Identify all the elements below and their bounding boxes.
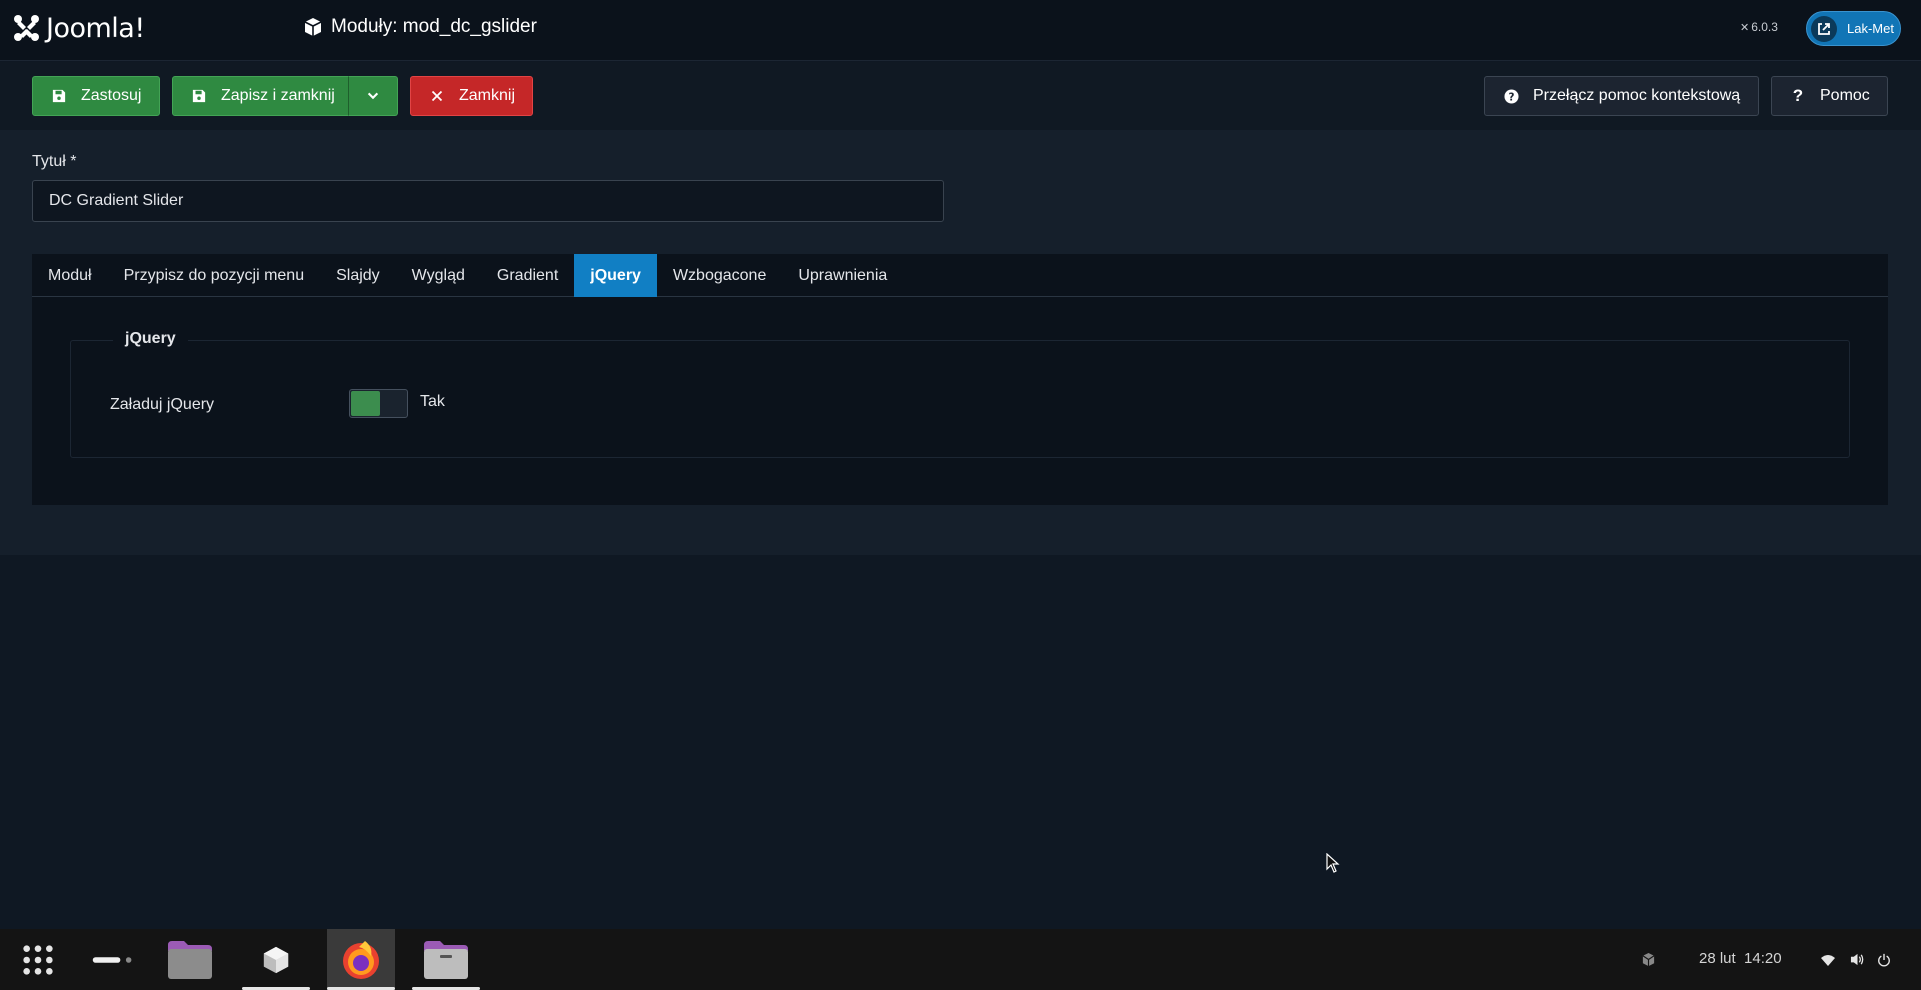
folder-icon — [168, 940, 212, 979]
tab-bar: Moduł Przypisz do pozycji menu Slajdy Wy… — [32, 254, 1888, 297]
app-grid-icon — [23, 944, 53, 975]
fieldset-legend: jQuery — [113, 330, 188, 348]
app-header: Joomla! Moduły: mod_dc_gslider ✕ 6.0.3 L… — [0, 0, 1921, 61]
page-title: Moduły: mod_dc_gslider — [303, 16, 537, 38]
jquery-fieldset — [70, 340, 1850, 458]
save-icon — [191, 88, 207, 104]
save-close-label: Zapisz i zamknij — [221, 87, 335, 104]
tab-gradient[interactable]: Gradient — [481, 254, 574, 297]
external-link-icon — [1811, 15, 1837, 42]
wifi-status[interactable] — [1818, 929, 1838, 990]
switch-value: Tak — [420, 393, 445, 410]
joomla-small-icon: ✕ — [1740, 21, 1750, 34]
version-text: 6.0.3 — [1751, 20, 1778, 34]
taskbar-files-folder[interactable] — [164, 929, 216, 990]
taskbar-firefox[interactable] — [327, 929, 395, 990]
volume-icon — [1850, 953, 1863, 966]
title-label: Tytuł * — [32, 153, 77, 170]
workspace-indicator[interactable] — [88, 929, 138, 990]
save-close-button[interactable]: Zapisz i zamknij — [172, 76, 349, 116]
mouse-cursor-icon — [1326, 853, 1340, 873]
tab-menu-assignment[interactable]: Przypisz do pozycji menu — [108, 254, 321, 297]
taskbar-file-manager[interactable] — [420, 929, 472, 990]
cube-icon — [304, 18, 322, 36]
joomla-icon — [14, 15, 39, 41]
toggle-help-button[interactable]: ? Przełącz pomoc kontekstową — [1484, 76, 1759, 116]
tab-advanced[interactable]: Wzbogacone — [657, 254, 782, 297]
chevron-down-icon — [367, 92, 379, 100]
app-grid-button[interactable] — [16, 929, 60, 990]
tray-app[interactable] — [1638, 929, 1658, 990]
brand-name: Joomla! — [46, 12, 145, 44]
site-name: Lak-Met — [1847, 21, 1894, 36]
tab-jquery[interactable]: jQuery — [574, 254, 657, 297]
help-label: Pomoc — [1820, 87, 1870, 104]
save-options-dropdown[interactable] — [348, 76, 398, 116]
tab-module[interactable]: Moduł — [32, 254, 108, 297]
volume-status[interactable] — [1847, 929, 1867, 990]
help-button[interactable]: ? Pomoc — [1771, 76, 1888, 116]
folder-icon — [424, 940, 468, 979]
load-jquery-label: Załaduj jQuery — [110, 396, 215, 413]
workspace-icon — [92, 956, 132, 963]
power-icon — [1878, 953, 1890, 966]
toggle-help-label: Przełącz pomoc kontekstową — [1533, 87, 1741, 104]
svg-text:?: ? — [1508, 91, 1514, 103]
close-button[interactable]: Zamknij — [410, 76, 533, 116]
clock[interactable]: 28 lut 14:20 — [1699, 950, 1782, 967]
apply-button[interactable]: Zastosuj — [32, 76, 160, 116]
wifi-icon — [1821, 954, 1835, 966]
load-jquery-switch[interactable] — [349, 389, 408, 418]
firefox-icon — [343, 940, 379, 979]
apply-label: Zastosuj — [81, 87, 142, 104]
taskbar-app-cube[interactable] — [242, 929, 310, 990]
tab-permissions[interactable]: Uprawnienia — [782, 254, 903, 297]
tab-slides[interactable]: Slajdy — [320, 254, 396, 297]
version-badge: ✕ 6.0.3 — [1740, 20, 1778, 34]
question-icon: ? — [1792, 86, 1804, 105]
title-input[interactable] — [32, 180, 944, 222]
close-icon — [429, 88, 445, 104]
clock-date: 28 lut — [1699, 950, 1736, 967]
package-icon — [263, 946, 289, 973]
page-title-text: Moduły: mod_dc_gslider — [331, 16, 537, 37]
package-icon — [1642, 952, 1654, 967]
power-menu[interactable] — [1874, 929, 1894, 990]
view-site-button[interactable]: Lak-Met — [1806, 11, 1901, 46]
save-icon — [51, 88, 67, 104]
close-label: Zamknij — [459, 87, 516, 104]
tab-appearance[interactable]: Wygląd — [396, 254, 481, 297]
question-circle-icon: ? — [1503, 88, 1519, 104]
clock-time: 14:20 — [1744, 950, 1782, 967]
joomla-logo[interactable]: Joomla! — [10, 12, 145, 44]
switch-knob — [351, 391, 380, 416]
